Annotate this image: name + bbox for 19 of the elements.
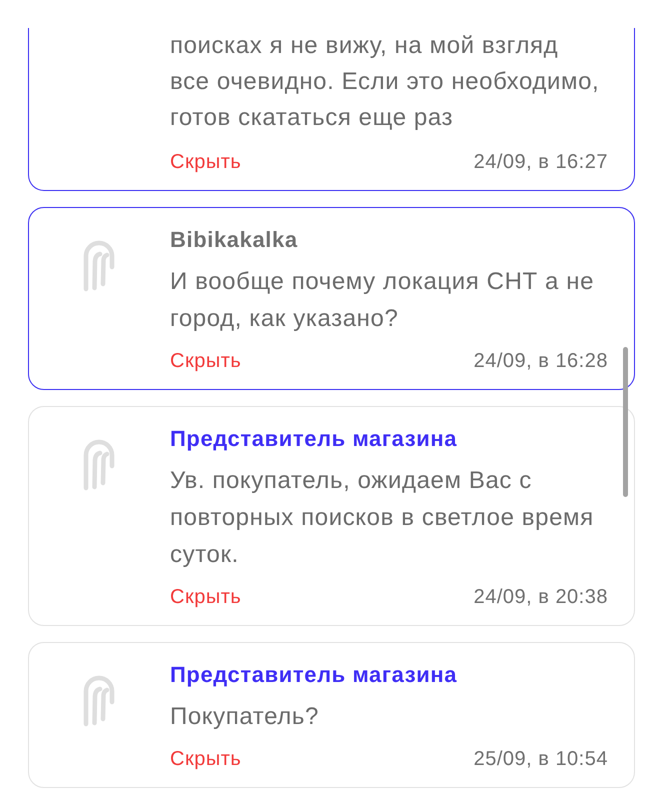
comment-date: 24/09, в 16:28 (474, 349, 608, 374)
author-name: Bibikakalka (170, 227, 298, 253)
comment-date: 25/09, в 10:54 (474, 747, 608, 772)
comment-text: поисках я не вижу, на мой взгляд все очевидно. Если это необходимо, готов скататься еще раз (170, 31, 600, 133)
author-name: Представитель магазина (170, 426, 458, 452)
comment-date: 24/09, в 16:27 (474, 150, 608, 175)
arch-logo-icon (83, 240, 115, 292)
arch-logo-icon (83, 675, 115, 727)
arch-logo-icon (83, 439, 115, 491)
hide-link[interactable]: Скрыть (170, 348, 242, 374)
author-name: Представитель магазина (170, 662, 458, 688)
hide-link[interactable]: Скрыть (170, 584, 242, 610)
comment-text: Ув. покупатель, ожидаем Вас с повторных поисков в светлое время суток. (170, 466, 595, 570)
comment-text: Покупатель? (170, 702, 320, 732)
comment-date: 24/09, в 20:38 (474, 585, 608, 610)
comment-text: И вообще почему локация СНТ а не город, как указано? (170, 267, 596, 334)
hide-link[interactable]: Скрыть (170, 149, 242, 175)
hide-link[interactable]: Скрыть (170, 746, 242, 772)
scrollbar-thumb[interactable] (623, 347, 628, 497)
